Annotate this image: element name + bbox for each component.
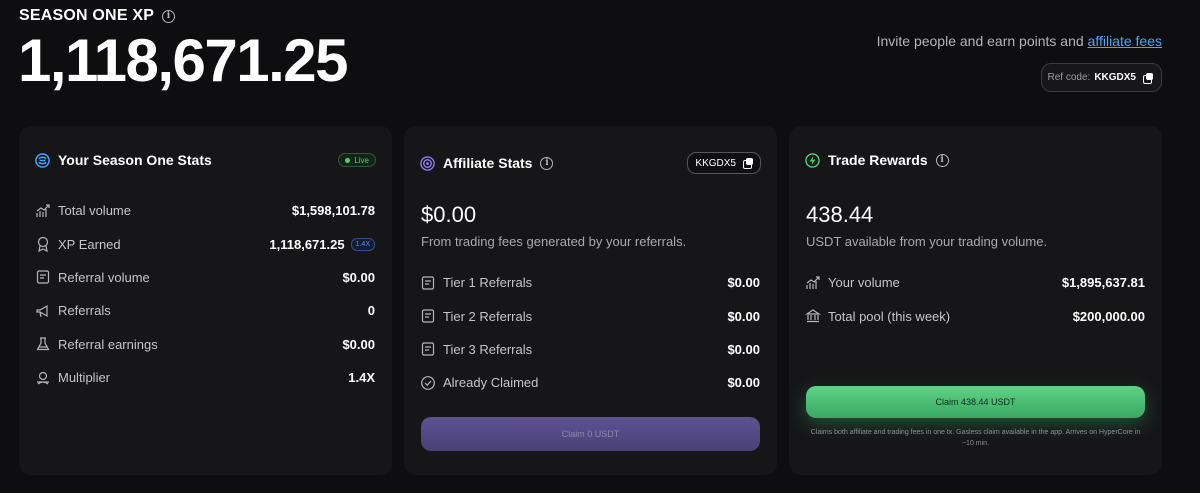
ref-code-label: Ref code: (1047, 72, 1091, 83)
chart-up-icon (806, 276, 820, 289)
affiliate-fees-link[interactable]: affiliate fees (1088, 33, 1162, 49)
check-circle-icon (421, 375, 435, 390)
tier-value: $0.00 (727, 308, 760, 324)
tier-row-1: Tier 1 Referrals $0.00 (420, 266, 760, 299)
stat-row-referral-volume: Referral volume $0.00 (35, 261, 375, 294)
receipt-icon (421, 309, 435, 323)
season-logo-icon (35, 152, 50, 168)
tier-label: Tier 1 Referrals (443, 275, 533, 291)
trade-rewards-card: Trade Rewards i 438.44 USDT available fr… (789, 126, 1162, 475)
season-stats-header: Your Season One Stats Live (35, 152, 376, 168)
tier-value: $0.00 (727, 375, 760, 391)
trade-rewards-header: Trade Rewards i (805, 152, 1146, 168)
tier-row-claimed: Already Claimed $0.00 (420, 366, 760, 399)
reward-row-your-volume: Your volume $1,895,637.81 (805, 266, 1145, 299)
invite-label: Invite people and earn points and (876, 33, 1084, 49)
claim-affiliate-button[interactable]: Claim 0 USDT (421, 417, 760, 451)
bank-icon (805, 309, 821, 323)
stat-label: XP Earned (58, 236, 121, 252)
flask-icon (36, 337, 50, 351)
medal-icon (37, 236, 49, 253)
tier-value: $0.00 (727, 341, 760, 357)
copy-icon[interactable] (743, 158, 753, 169)
claim-note: Claims both affiliate and trading fees i… (810, 429, 1141, 447)
affiliate-stats-card: Affiliate Stats i KKGDX5 $0.00 From trad… (404, 126, 777, 475)
stat-row-total-volume: Total volume $1,598,101.78 (35, 194, 375, 227)
affiliate-amount-description: From trading fees generated by your refe… (421, 234, 687, 249)
invite-text: Invite people and earn points and affili… (877, 33, 1162, 49)
stat-value: $1,598,101.78 (291, 203, 375, 219)
receipt-icon (421, 276, 435, 290)
info-icon[interactable]: i (162, 9, 176, 23)
stat-row-referrals: Referrals 0 (35, 294, 375, 327)
stat-label: Referral earnings (58, 336, 158, 352)
affiliate-amount: $0.00 (421, 202, 477, 227)
season-stats-card: Your Season One Stats Live Total volume … (19, 126, 392, 475)
affiliate-code-badge[interactable]: KKGDX5 (687, 152, 761, 174)
stat-label: Referrals (58, 303, 111, 319)
stat-row-referral-earnings: Referral earnings $0.00 (35, 328, 375, 361)
megaphone-icon (36, 304, 48, 317)
stat-label: Referral volume (58, 269, 150, 285)
stat-row-xp-earned: XP Earned 1,118,671.25 1.4X (35, 227, 375, 260)
xp-value-wrap: 1,118,671.25 1.4X (269, 237, 375, 252)
reward-value: $200,000.00 (1072, 308, 1145, 324)
stat-value: 1,118,671.25 (269, 236, 345, 252)
trade-rewards-title: Trade Rewards (828, 152, 928, 168)
stat-label: Total volume (58, 203, 131, 219)
receipt-icon (36, 270, 50, 285)
page-title: SEASON ONE XP i (19, 7, 176, 25)
live-label: Live (354, 155, 369, 165)
chart-up-icon (36, 204, 50, 217)
person-pin-icon (37, 371, 49, 385)
live-dot-icon (345, 157, 351, 163)
copy-icon[interactable] (1143, 72, 1153, 84)
trade-rewards-description: USDT available from your trading volume. (806, 234, 1048, 249)
season-stats-title: Your Season One Stats (58, 152, 212, 168)
live-badge: Live (338, 153, 376, 167)
affiliate-stats-header: Affiliate Stats i KKGDX5 (420, 152, 761, 174)
reward-label: Your volume (828, 275, 900, 291)
trade-rewards-list: Your volume $1,895,637.81 Total pool (th… (805, 266, 1145, 333)
stat-value: 1.4X (348, 370, 375, 386)
trade-rewards-amount: 438.44 (806, 202, 874, 227)
ref-code-value: KKGDX5 (1094, 72, 1136, 83)
info-icon[interactable]: i (935, 153, 949, 167)
tier-label: Already Claimed (443, 375, 539, 391)
info-icon[interactable]: i (540, 156, 554, 170)
tier-value: $0.00 (727, 275, 760, 291)
claim-trade-rewards-button[interactable]: Claim 438.44 USDT (806, 386, 1145, 418)
reward-row-total-pool: Total pool (this week) $200,000.00 (805, 299, 1145, 332)
xp-total: 1,118,671.25 (18, 27, 349, 94)
season-stats-list: Total volume $1,598,101.78 XP Earned 1,1… (35, 194, 375, 394)
affiliate-stats-title: Affiliate Stats (443, 155, 533, 171)
receipt-icon (421, 342, 435, 357)
reward-label: Total pool (this week) (828, 308, 951, 324)
multiplier-badge: 1.4X (350, 237, 375, 251)
reward-value: $1,895,637.81 (1061, 275, 1145, 291)
stat-row-multiplier: Multiplier 1.4X (35, 361, 375, 394)
tier-label: Tier 2 Referrals (443, 308, 533, 324)
affiliate-logo-icon (420, 155, 435, 171)
tier-row-2: Tier 2 Referrals $0.00 (420, 299, 760, 332)
stat-label: Multiplier (58, 370, 111, 386)
ref-code-button[interactable]: Ref code: KKGDX5 (1040, 63, 1162, 92)
affiliate-tier-list: Tier 1 Referrals $0.00 Tier 2 Referrals … (420, 266, 760, 400)
stat-value: $0.00 (342, 269, 375, 285)
lightning-icon (805, 152, 820, 168)
tier-row-3: Tier 3 Referrals $0.00 (420, 333, 760, 366)
tier-label: Tier 3 Referrals (443, 341, 533, 357)
stat-value: $0.00 (342, 336, 375, 352)
season-title: SEASON ONE XP (19, 7, 155, 24)
stat-value: 0 (367, 303, 375, 319)
affiliate-code-value: KKGDX5 (695, 157, 736, 169)
